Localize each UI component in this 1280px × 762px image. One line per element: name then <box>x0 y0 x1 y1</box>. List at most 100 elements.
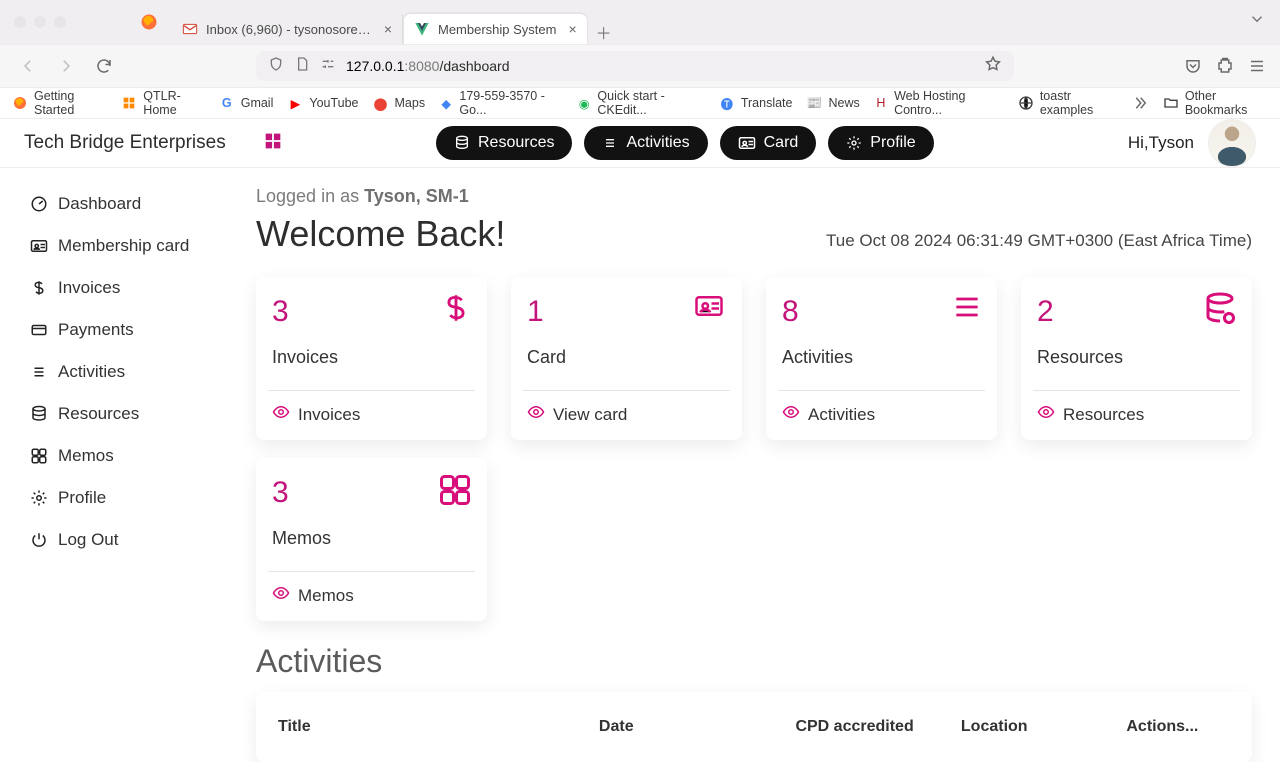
id-card-icon <box>738 134 756 152</box>
window-titlebar: Inbox (6,960) - tysonosore1@g × Membersh… <box>0 0 1280 44</box>
col-actions: Actions... <box>1126 718 1230 736</box>
stat-link[interactable]: View card <box>527 403 726 426</box>
bookmark-item[interactable]: G Gmail <box>219 95 274 111</box>
folder-icon <box>1163 95 1179 111</box>
ads-icon: ◆ <box>439 95 453 111</box>
browser-tab[interactable]: Inbox (6,960) - tysonosore1@g × <box>172 14 403 44</box>
credit-card-icon <box>30 321 48 339</box>
sidebar-item-activities[interactable]: Activities <box>30 362 250 382</box>
bookmark-item[interactable]: 🅣Translate <box>719 95 793 111</box>
news-icon: 📰 <box>807 95 823 111</box>
apps-grid-icon[interactable] <box>262 130 284 157</box>
other-bookmarks[interactable]: Other Bookmarks <box>1163 89 1270 117</box>
sidebar-item-resources[interactable]: Resources <box>30 404 250 424</box>
stat-link-label: View card <box>553 405 627 425</box>
welcome-title: Welcome Back! <box>256 213 505 255</box>
traffic-zoom[interactable] <box>54 16 66 28</box>
bookmark-item[interactable]: ◉Quick start - CKEdit... <box>577 89 705 117</box>
google-g-icon: G <box>219 95 235 111</box>
bookmark-label: 179-559-3570 - Go... <box>459 89 563 117</box>
stat-link[interactable]: Activities <box>782 403 981 426</box>
divider <box>778 390 985 391</box>
close-icon[interactable]: × <box>384 21 392 37</box>
nav-pill-card[interactable]: Card <box>720 126 817 160</box>
forward-button[interactable] <box>52 52 80 80</box>
gauge-icon <box>30 195 48 213</box>
app-menu-icon[interactable] <box>1248 57 1266 75</box>
user-area: Hi,Tyson <box>1128 119 1256 167</box>
tabs-overflow[interactable] <box>1248 10 1266 33</box>
bookmark-item[interactable]: toastr examples <box>1018 89 1117 117</box>
sidebar-item-label: Activities <box>58 362 125 382</box>
traffic-minimize[interactable] <box>34 16 46 28</box>
grid-icon <box>30 447 48 465</box>
sidebar-item-memos[interactable]: Memos <box>30 446 250 466</box>
stat-link-label: Memos <box>298 586 354 606</box>
bookmark-label: Gmail <box>241 96 274 110</box>
pocket-icon[interactable] <box>1184 57 1202 75</box>
tab-title: Inbox (6,960) - tysonosore1@g <box>206 22 372 37</box>
bookmark-item[interactable]: QTLR-Home <box>121 89 204 117</box>
bookmark-label: toastr examples <box>1040 89 1117 117</box>
new-tab-button[interactable]: ＋ <box>596 20 612 44</box>
stat-card-card: 1 Card View card <box>511 277 742 440</box>
toolbar-right <box>1184 57 1266 75</box>
sidebar-item-label: Payments <box>58 320 134 340</box>
dollar-icon <box>439 291 473 330</box>
stat-cards-row2: 3 Memos Memos <box>256 458 1252 621</box>
col-date: Date <box>599 718 786 736</box>
divider <box>268 390 475 391</box>
bookmark-label: QTLR-Home <box>143 89 204 117</box>
divider <box>1033 390 1240 391</box>
maps-pin-icon: ⬤ <box>373 95 389 111</box>
sidebar-item-logout[interactable]: Log Out <box>30 530 250 550</box>
bookmark-item[interactable]: ⬤Maps <box>373 95 426 111</box>
reload-button[interactable] <box>90 52 118 80</box>
eye-icon <box>272 403 290 426</box>
window-controls <box>0 16 66 28</box>
sidebar-item-label: Dashboard <box>58 194 141 214</box>
eye-icon <box>527 403 545 426</box>
content: Logged in as Tyson, SM-1 Welcome Back! T… <box>250 168 1280 762</box>
nav-pill-resources[interactable]: Resources <box>436 126 572 160</box>
bookmark-item[interactable]: ▶YouTube <box>287 95 358 111</box>
tab-strip: Inbox (6,960) - tysonosore1@g × Membersh… <box>172 0 612 44</box>
bookmark-star-icon[interactable] <box>984 55 1002 78</box>
col-title: Title <box>278 718 589 736</box>
stat-link[interactable]: Memos <box>272 584 471 607</box>
nav-pill-profile[interactable]: Profile <box>828 126 933 160</box>
stat-link[interactable]: Resources <box>1037 403 1236 426</box>
sidebar-item-membership-card[interactable]: Membership card <box>30 236 250 256</box>
gear-icon <box>30 489 48 507</box>
nav-pill-activities[interactable]: Activities <box>584 126 707 160</box>
address-bar[interactable]: 127.0.0.1:8080/dashboard <box>256 51 1014 81</box>
table-header: Title Date CPD accredited Location Actio… <box>272 700 1236 754</box>
sidebar-item-invoices[interactable]: Invoices <box>30 278 250 298</box>
stat-label: Activities <box>782 347 981 368</box>
sidebar-item-profile[interactable]: Profile <box>30 488 250 508</box>
extensions-icon[interactable] <box>1216 57 1234 75</box>
avatar[interactable] <box>1208 119 1256 167</box>
close-icon[interactable]: × <box>568 21 576 37</box>
stat-link[interactable]: Invoices <box>272 403 471 426</box>
back-button[interactable] <box>14 52 42 80</box>
app-header: Tech Bridge Enterprises Resources Activi… <box>0 119 1280 168</box>
col-cpd: CPD accredited <box>795 718 950 736</box>
bookmark-item[interactable]: 📰 News <box>807 95 860 111</box>
stat-label: Resources <box>1037 347 1236 368</box>
bookmark-item[interactable]: HWeb Hosting Contro... <box>874 89 1004 117</box>
bookmark-item[interactable]: ◆ 179-559-3570 - Go... <box>439 89 563 117</box>
sidebar-item-dashboard[interactable]: Dashboard <box>30 194 250 214</box>
stat-card-invoices: 3 Invoices Invoices <box>256 277 487 440</box>
nav-pills: Resources Activities Card Profile <box>436 126 934 160</box>
sidebar-item-label: Invoices <box>58 278 120 298</box>
grid-icon <box>437 472 473 513</box>
bookmark-item[interactable]: Getting Started <box>12 89 107 117</box>
stat-label: Memos <box>272 528 471 549</box>
bookmark-overflow[interactable] <box>1131 94 1149 112</box>
list-icon <box>30 363 48 381</box>
sidebar-item-payments[interactable]: Payments <box>30 320 250 340</box>
bookmark-label: News <box>829 96 860 110</box>
browser-tab-active[interactable]: Membership System × <box>403 13 588 44</box>
traffic-close[interactable] <box>14 16 26 28</box>
